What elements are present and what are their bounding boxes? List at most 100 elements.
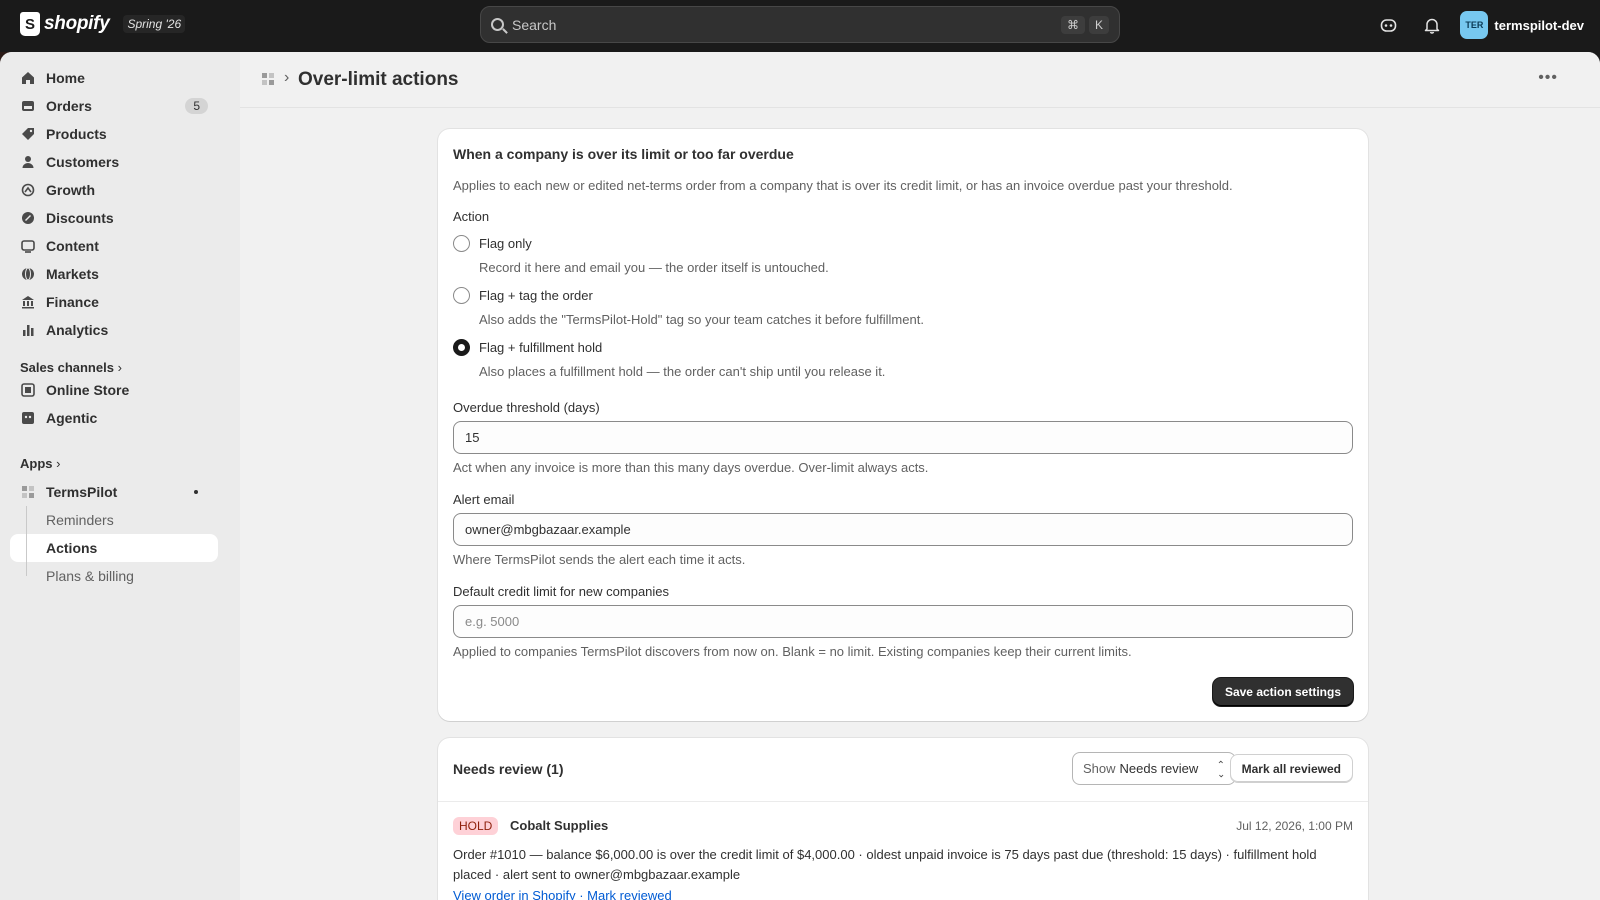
discount-icon (20, 210, 36, 226)
shortcut-cmd-key: ⌘ (1060, 15, 1085, 34)
radio-button[interactable] (453, 235, 470, 252)
credit-limit-input[interactable] (453, 605, 1353, 638)
store-icon (20, 382, 36, 398)
sales-channels-label: Sales channels (20, 360, 114, 375)
radio-flag-hold[interactable]: Flag + fulfillment hold (453, 339, 602, 356)
agent-icon (20, 410, 36, 426)
sidebar-sub-item-actions[interactable]: Actions (10, 534, 218, 562)
sidebar-item-discounts[interactable]: Discounts (10, 204, 218, 232)
threshold-help-text: Act when any invoice is more than this m… (453, 460, 929, 475)
app-menu-dot-icon[interactable] (194, 490, 198, 494)
sidebar-item-label: Orders (46, 98, 92, 114)
show-value: Needs review (1119, 761, 1199, 776)
shortcut-k-key: K (1088, 15, 1109, 34)
chart-icon (20, 322, 36, 338)
shopify-bag-icon (20, 12, 40, 36)
sidebar-item-label: Growth (46, 182, 95, 198)
alert-email-help-text: Where TermsPilot sends the alert each ti… (453, 552, 746, 567)
radio-button-checked[interactable] (453, 339, 470, 356)
content-icon (20, 238, 36, 254)
event-link[interactable]: View order in Shopify · Mark reviewed (453, 888, 672, 900)
sidebar-item-products[interactable]: Products (10, 120, 218, 148)
radio-help-text: Also places a fulfillment hold — the ord… (479, 364, 886, 379)
page-header: › Over-limit actions ••• (240, 52, 1600, 108)
card-title: When a company is over its limit or too … (453, 146, 794, 162)
alert-email-label: Alert email (453, 492, 515, 507)
radio-help-text: Record it here and email you — the order… (479, 260, 829, 275)
page-title: Over-limit actions (298, 69, 459, 90)
sidebar-item-label: Products (46, 126, 107, 142)
radio-button[interactable] (453, 287, 470, 304)
show-filter-select[interactable]: Show Needs review ⌃ ⌃ (1072, 752, 1236, 785)
breadcrumb-chevron-icon: › (284, 69, 290, 86)
sales-channels-heading[interactable]: Sales channels › (20, 360, 122, 375)
chevron-right-icon: › (56, 456, 61, 471)
search-icon (491, 18, 504, 31)
sidebar-item-agentic[interactable]: Agentic (10, 404, 218, 432)
main-content: › Over-limit actions ••• When a company … (240, 52, 1600, 900)
select-chevron-icon: ⌃ ⌃ (1216, 759, 1225, 778)
mark-all-reviewed-button[interactable]: Mark all reviewed (1229, 754, 1353, 783)
radio-label: Flag + tag the order (479, 288, 593, 303)
chevron-right-icon: › (117, 360, 122, 375)
needs-review-title: Needs review (1) (453, 761, 564, 777)
sidebar-item-analytics[interactable]: Analytics (10, 316, 218, 344)
event-timestamp: Jul 12, 2026, 1:00 PM (1236, 819, 1353, 833)
sidebar-item-label: Agentic (46, 410, 98, 426)
orders-count-badge: 5 (185, 98, 208, 114)
sidebar-item-label: Customers (46, 154, 120, 170)
threshold-label: Overdue threshold (days) (453, 400, 600, 415)
sidebar-sub-item-plans-billing[interactable]: Plans & billing (10, 562, 218, 590)
edition-badge[interactable]: Spring '26 (123, 15, 186, 33)
app-breadcrumb-icon[interactable] (262, 73, 274, 85)
overdue-threshold-input[interactable] (453, 421, 1353, 454)
radio-flag-tag[interactable]: Flag + tag the order (453, 287, 593, 304)
sidebar-item-label: Finance (46, 294, 99, 310)
more-actions-icon[interactable]: ••• (1538, 69, 1558, 87)
sidebar-item-finance[interactable]: Finance (10, 288, 218, 316)
apps-nav: TermsPilot Reminders Actions Plans & bil… (10, 478, 218, 590)
person-icon (20, 154, 36, 170)
sidebar-item-customers[interactable]: Customers (10, 148, 218, 176)
sidebar-item-growth[interactable]: Growth (10, 176, 218, 204)
show-prefix: Show (1083, 761, 1116, 776)
shopify-logo[interactable]: shopify Spring '26 (20, 12, 186, 36)
sidebar-item-markets[interactable]: Markets (10, 260, 218, 288)
bank-icon (20, 294, 36, 310)
tree-line (26, 506, 27, 576)
sidebar-item-termspilot[interactable]: TermsPilot (10, 478, 218, 506)
card-description: Applies to each new or edited net-terms … (453, 178, 1233, 193)
divider (438, 801, 1368, 802)
primary-nav: Home Orders 5 Products Customers Growth (10, 64, 218, 344)
radio-label: Flag only (479, 236, 532, 251)
store-name[interactable]: termspilot-dev (1494, 18, 1584, 33)
sidebar-item-label: Discounts (46, 210, 114, 226)
action-label: Action (453, 209, 490, 224)
search-placeholder: Search (512, 16, 557, 33)
apps-heading[interactable]: Apps › (20, 456, 60, 471)
radio-flag-only[interactable]: Flag only (453, 235, 532, 252)
search-bar[interactable]: Search ⌘ K (480, 6, 1120, 43)
sidekick-icon[interactable] (1372, 9, 1404, 41)
sidebar-item-label: Analytics (46, 322, 109, 338)
store-avatar[interactable]: TER (1460, 11, 1489, 39)
logo-text: shopify (44, 13, 110, 34)
orders-icon (20, 98, 36, 114)
alert-email-input[interactable] (453, 513, 1353, 546)
notification-bell-icon[interactable] (1416, 9, 1448, 41)
save-action-settings-button[interactable]: Save action settings (1212, 678, 1353, 706)
sidebar-item-content[interactable]: Content (10, 232, 218, 260)
event-description: Order #1010 — balance $6,000.00 is over … (453, 847, 1317, 882)
channels-nav: Online Store Agentic (10, 376, 218, 432)
globe-icon (20, 266, 36, 282)
home-icon (20, 70, 36, 86)
status-badge: HOLD (453, 817, 499, 835)
sidebar-sub-item-reminders[interactable]: Reminders (10, 506, 218, 534)
sidebar-item-orders[interactable]: Orders 5 (10, 92, 218, 120)
sidebar-item-online-store[interactable]: Online Store (10, 376, 218, 404)
sidebar-item-label: Markets (46, 266, 99, 282)
radio-label: Flag + fulfillment hold (479, 340, 603, 355)
credit-limit-label: Default credit limit for new companies (453, 584, 670, 599)
sidebar-item-label: TermsPilot (46, 484, 118, 500)
sidebar-item-home[interactable]: Home (10, 64, 218, 92)
